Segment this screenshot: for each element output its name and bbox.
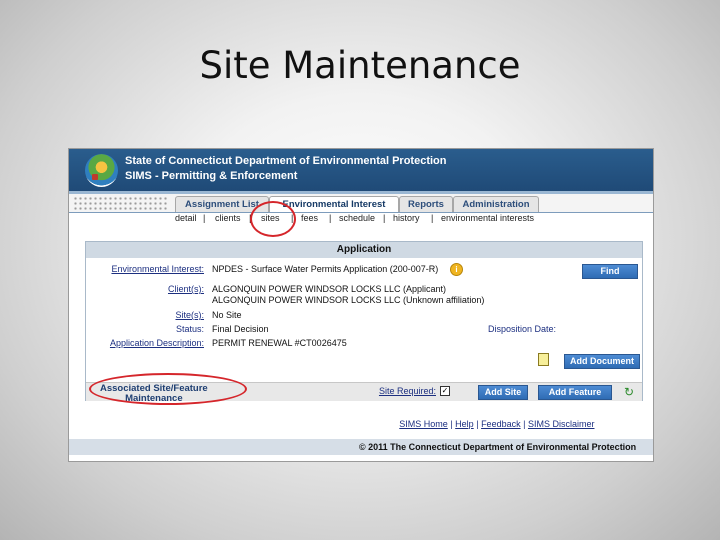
document-icon[interactable] [538, 353, 549, 366]
footer-link-help[interactable]: Help [455, 419, 474, 429]
subnav-schedule[interactable]: schedule [339, 213, 375, 223]
tab-bar: Assignment List Environmental Interest R… [69, 194, 653, 213]
header-subtitle: SIMS - Permitting & Enforcement [125, 170, 298, 182]
header-title: State of Connecticut Department of Envir… [125, 155, 447, 167]
info-icon[interactable]: i [450, 263, 463, 276]
subnav-clients[interactable]: clients [215, 213, 241, 223]
footer-link-sims-disclaimer[interactable]: SIMS Disclaimer [528, 419, 595, 429]
add-document-button[interactable]: Add Document [564, 354, 640, 369]
footer-link-feedback[interactable]: Feedback [481, 419, 521, 429]
footer-link-sims-home[interactable]: SIMS Home [399, 419, 448, 429]
tab-administration[interactable]: Administration [453, 196, 539, 212]
disposition-date-label: Disposition Date: [487, 324, 556, 334]
subnav-separator: | [329, 213, 332, 223]
dep-logo-icon [85, 154, 118, 187]
client-value-1: ALGONQUIN POWER WINDSOR LOCKS LLC (Appli… [212, 284, 447, 294]
application-screenshot: State of Connecticut Department of Envir… [68, 148, 654, 462]
slide-title: Site Maintenance [199, 44, 521, 87]
find-button[interactable]: Find [582, 264, 638, 279]
client-value-2: ALGONQUIN POWER WINDSOR LOCKS LLC (Unkno… [212, 295, 485, 305]
footer-links: SIMS Home | Help | Feedback | SIMS Discl… [69, 419, 653, 429]
client-label[interactable]: Client(s): [90, 284, 204, 294]
footer-separator: | [450, 419, 453, 429]
status-value: Final Decision [212, 324, 269, 334]
env-interest-label[interactable]: Environmental Interest: [90, 264, 204, 274]
subnav-fees[interactable]: fees [301, 213, 318, 223]
status-label: Status: [175, 324, 204, 334]
tab-reports[interactable]: Reports [399, 196, 453, 212]
subnav-separator: | [203, 213, 206, 223]
site-label[interactable]: Site(s): [90, 310, 204, 320]
highlight-circle-sites [250, 201, 296, 237]
footer-separator: | [476, 419, 479, 429]
copyright-bar: © 2011 The Connecticut Department of Env… [69, 439, 653, 455]
application-description-value: PERMIT RENEWAL #CT0026475 [212, 338, 347, 348]
site-value: No Site [212, 310, 242, 320]
env-interest-value: NPDES - Surface Water Permits Applicatio… [212, 264, 439, 274]
copyright-text: © 2011 The Connecticut Department of Env… [359, 442, 637, 452]
subnav-environmental-interests[interactable]: environmental interests [441, 213, 534, 223]
application-heading: Application [86, 242, 642, 258]
dotted-pattern-icon [73, 196, 169, 210]
footer-separator: | [523, 419, 526, 429]
highlight-circle-associated-site [89, 373, 247, 405]
app-header: State of Connecticut Department of Envir… [69, 149, 653, 191]
refresh-icon[interactable]: ↻ [624, 386, 636, 398]
add-feature-button[interactable]: Add Feature [538, 385, 612, 400]
application-description-label[interactable]: Application Description: [90, 338, 204, 348]
add-site-button[interactable]: Add Site [478, 385, 528, 400]
subnav-separator: | [383, 213, 386, 223]
subnav-separator: | [431, 213, 434, 223]
site-required-checkbox[interactable]: ✓ [440, 386, 450, 396]
site-required-label[interactable]: Site Required: [356, 386, 436, 396]
subnav-detail[interactable]: detail [175, 213, 197, 223]
sub-navigation: detail | clients | sites | fees | schedu… [69, 212, 653, 225]
subnav-history[interactable]: history [393, 213, 420, 223]
